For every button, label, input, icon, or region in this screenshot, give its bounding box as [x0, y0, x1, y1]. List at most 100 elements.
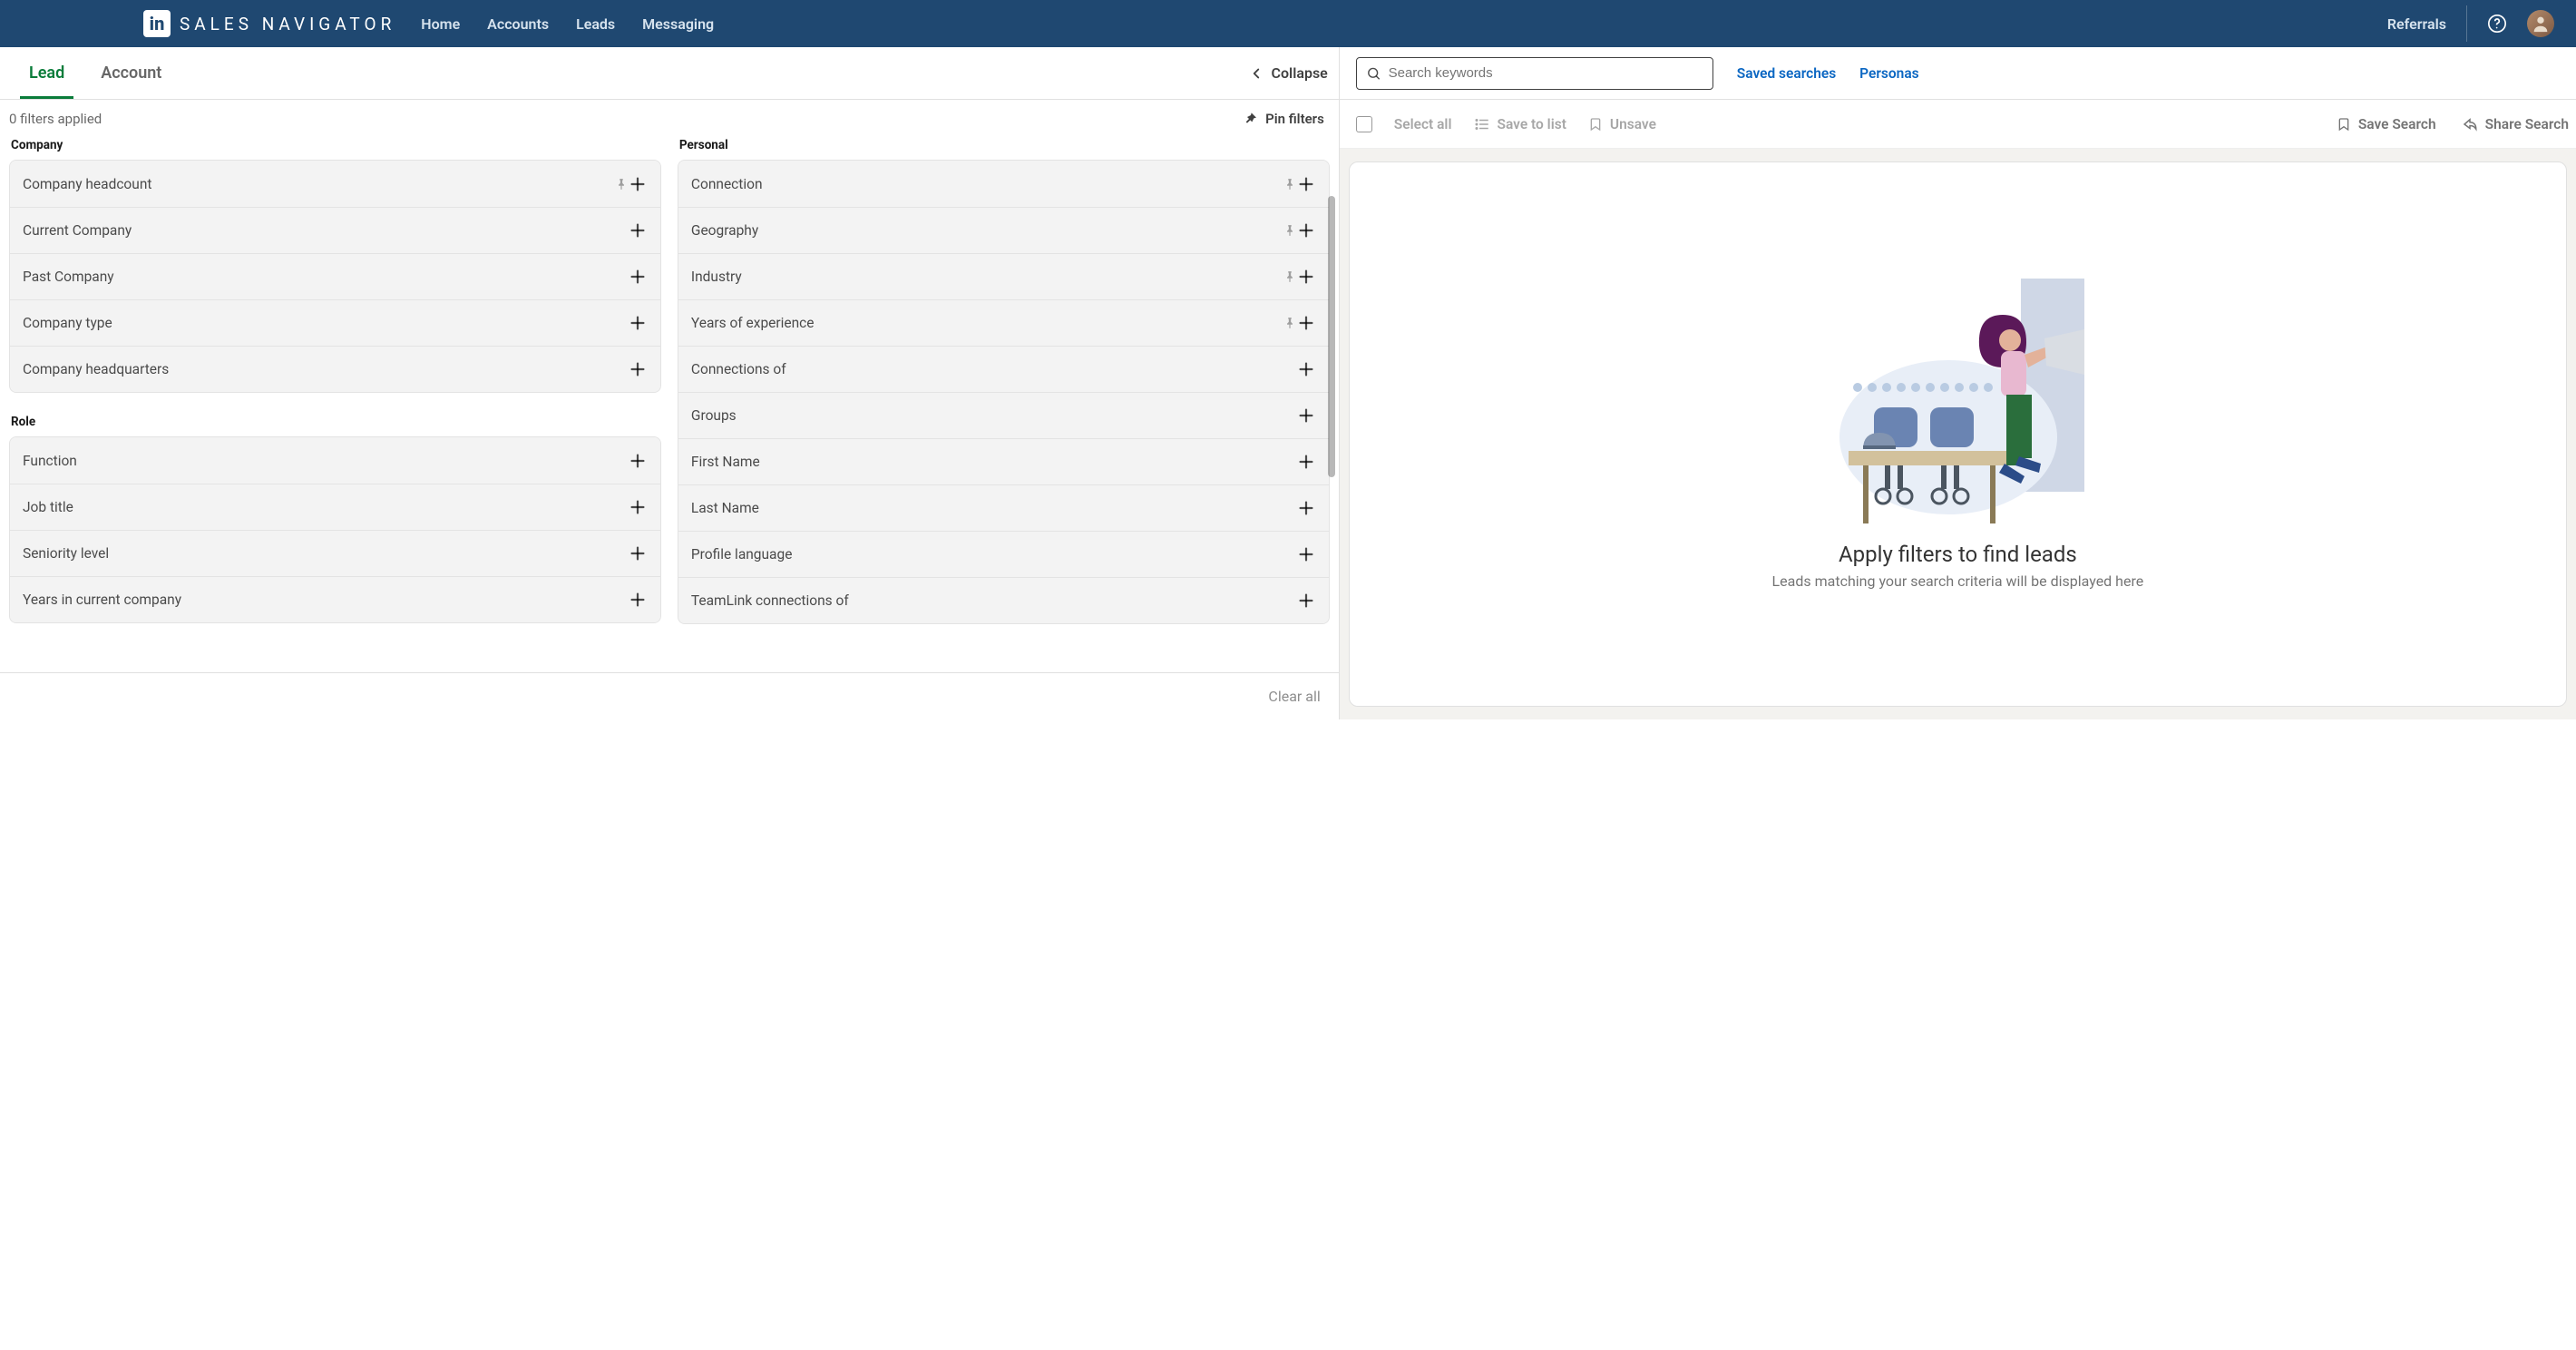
empty-heading: Apply filters to find leads	[1839, 542, 2077, 567]
filters-header: 0 filters applied Pin filters	[0, 100, 1339, 136]
filter-item[interactable]: Connections of	[678, 346, 1329, 392]
plus-icon	[1296, 544, 1316, 564]
filter-item[interactable]: Geography	[678, 207, 1329, 253]
filter-item[interactable]: Company type	[10, 299, 660, 346]
plus-icon	[628, 543, 648, 563]
section-company: Company	[9, 136, 661, 160]
plus-icon	[1296, 406, 1316, 426]
filter-label: Connection	[691, 176, 1276, 192]
scrollbar[interactable]	[1328, 196, 1335, 477]
personal-filter-list: Connection GeographyIndustry Years of expe…	[678, 160, 1330, 624]
bookmark-icon	[1588, 117, 1603, 132]
filter-label: TeamLink connections of	[691, 592, 1296, 609]
results-card: Apply filters to find leads Leads matchi…	[1349, 161, 2567, 707]
section-role: Role	[9, 413, 661, 436]
filter-item[interactable]: Last Name	[678, 484, 1329, 531]
filter-item[interactable]: Company headcount	[10, 161, 660, 207]
filter-label: Groups	[691, 407, 1296, 424]
filter-item[interactable]: Function	[10, 437, 660, 484]
pin-icon	[1244, 112, 1258, 126]
results-panel: Saved searches Personas Select all Save …	[1340, 47, 2576, 719]
pin-filters-button[interactable]: Pin filters	[1244, 111, 1324, 127]
plus-icon	[1296, 498, 1316, 518]
empty-subtext: Leads matching your search criteria will…	[1772, 572, 2144, 590]
clear-all-button[interactable]: Clear all	[0, 672, 1339, 719]
bookmark-icon	[2337, 117, 2351, 132]
filter-item[interactable]: Company headquarters	[10, 346, 660, 392]
nav-leads[interactable]: Leads	[576, 15, 615, 33]
filters-body: Company Company headcount Current Company…	[0, 136, 1339, 719]
filter-item[interactable]: Connection	[678, 161, 1329, 207]
filter-item[interactable]: Years of experience	[678, 299, 1329, 346]
filter-item[interactable]: First Name	[678, 438, 1329, 484]
nav-referrals[interactable]: Referrals	[2387, 15, 2446, 33]
plus-icon	[628, 359, 648, 379]
filter-label: Current Company	[23, 222, 628, 239]
personas-link[interactable]: Personas	[1859, 65, 1918, 82]
results-area: Apply filters to find leads Leads matchi…	[1340, 149, 2576, 719]
filter-label: Job title	[23, 499, 628, 515]
unsave-button[interactable]: Unsave	[1588, 116, 1656, 132]
filter-label: Years in current company	[23, 592, 628, 608]
search-row: Saved searches Personas	[1340, 47, 2576, 100]
list-icon	[1474, 116, 1490, 132]
filter-item[interactable]: Seniority level	[10, 530, 660, 576]
filter-item[interactable]: Job title	[10, 484, 660, 530]
nav-accounts[interactable]: Accounts	[487, 15, 549, 33]
search-input-wrapper[interactable]	[1356, 57, 1713, 90]
saved-searches-link[interactable]: Saved searches	[1737, 65, 1836, 82]
divider	[2466, 5, 2467, 42]
filter-label: Company type	[23, 315, 628, 331]
brand-title: SALES NAVIGATOR	[180, 14, 395, 34]
filter-item[interactable]: Profile language	[678, 531, 1329, 577]
filter-label: Company headcount	[23, 176, 608, 192]
filter-label: Past Company	[23, 269, 628, 285]
tab-account[interactable]: Account	[83, 47, 180, 99]
plus-icon	[1296, 174, 1316, 194]
save-search-label: Save Search	[2358, 116, 2436, 132]
filter-item[interactable]: Years in current company	[10, 576, 660, 622]
select-all-checkbox[interactable]	[1356, 116, 1372, 132]
filter-item[interactable]: TeamLink connections of	[678, 577, 1329, 623]
filter-label: Profile language	[691, 546, 1296, 562]
nav-home[interactable]: Home	[421, 15, 460, 33]
plus-icon	[628, 451, 648, 471]
filter-item[interactable]: Current Company	[10, 207, 660, 253]
plus-icon	[628, 220, 648, 240]
filter-label: Connections of	[691, 361, 1296, 377]
avatar[interactable]	[2527, 10, 2554, 37]
plus-icon	[1296, 267, 1316, 287]
top-nav: in SALES NAVIGATOR Home Accounts Leads M…	[0, 0, 2576, 47]
brand[interactable]: in SALES NAVIGATOR	[143, 10, 395, 37]
pin-filters-label: Pin filters	[1265, 111, 1324, 127]
nav-messaging[interactable]: Messaging	[642, 15, 714, 33]
save-to-list-button[interactable]: Save to list	[1474, 116, 1566, 132]
plus-icon	[628, 497, 648, 517]
filter-item[interactable]: Industry	[678, 253, 1329, 299]
save-search-button[interactable]: Save Search	[2337, 116, 2436, 132]
search-input[interactable]	[1389, 65, 1703, 81]
role-filter-list: Function Job title Seniority level Years in…	[9, 436, 661, 623]
plus-icon	[628, 174, 648, 194]
filter-item[interactable]: Groups	[678, 392, 1329, 438]
collapse-button[interactable]: Collapse	[1248, 64, 1328, 82]
tab-lead[interactable]: Lead	[11, 47, 83, 99]
select-all-label: Select all	[1394, 116, 1452, 132]
filters-panel: Lead Account Collapse 0 filters applied …	[0, 47, 1340, 719]
plus-icon	[1296, 313, 1316, 333]
filter-item[interactable]: Past Company	[10, 253, 660, 299]
empty-state-illustration	[1830, 279, 2084, 533]
help-icon[interactable]	[2487, 14, 2507, 34]
plus-icon	[628, 313, 648, 333]
filter-label: Years of experience	[691, 315, 1276, 331]
linkedin-logo-icon: in	[143, 10, 171, 37]
filter-label: Company headquarters	[23, 361, 628, 377]
filter-label: Last Name	[691, 500, 1296, 516]
tabs-row: Lead Account Collapse	[0, 47, 1339, 100]
pin-icon	[1283, 270, 1296, 283]
pin-icon	[1283, 178, 1296, 191]
share-search-button[interactable]: Share Search	[2462, 116, 2569, 132]
pin-icon	[1283, 317, 1296, 329]
search-icon	[1366, 65, 1381, 82]
plus-icon	[628, 590, 648, 610]
